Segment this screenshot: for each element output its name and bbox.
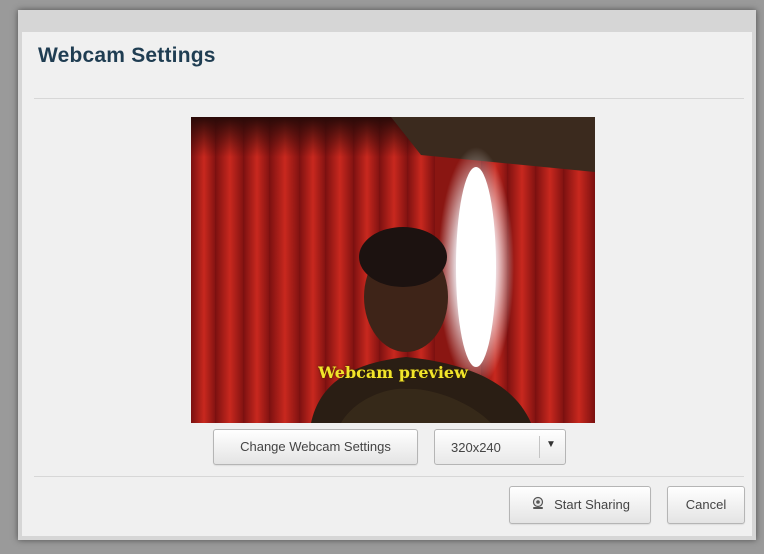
footer-divider <box>34 476 744 477</box>
header-divider <box>34 98 744 99</box>
start-sharing-button[interactable]: Start Sharing <box>509 486 651 524</box>
resolution-select-value: 320x240 <box>451 440 501 455</box>
change-webcam-settings-button[interactable]: Change Webcam Settings <box>213 429 418 465</box>
select-divider <box>539 436 540 458</box>
start-sharing-label: Start Sharing <box>554 497 630 512</box>
webcam-settings-dialog: Webcam Settings Webcam preview Change We… <box>18 10 756 540</box>
dialog-title: Webcam Settings <box>38 44 216 67</box>
cancel-button[interactable]: Cancel <box>667 486 745 524</box>
chevron-down-icon[interactable]: ▼ <box>546 439 556 450</box>
webcam-icon <box>530 488 546 524</box>
webcam-preview: Webcam preview <box>191 117 595 423</box>
webcam-preview-label: Webcam preview <box>318 363 468 382</box>
resolution-select[interactable]: 320x240 ▼ <box>434 429 566 465</box>
